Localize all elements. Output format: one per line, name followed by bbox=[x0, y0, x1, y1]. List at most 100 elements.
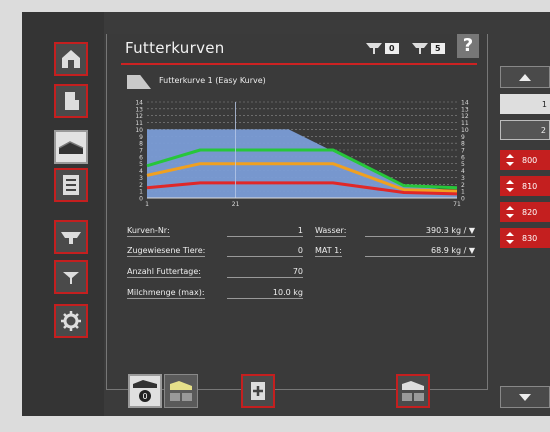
y-tick-label-right: 6 bbox=[461, 154, 465, 161]
feed-station-icon bbox=[412, 43, 428, 54]
y-tick-label-right: 8 bbox=[461, 141, 465, 148]
curve-number: 830 bbox=[522, 233, 538, 243]
gear-icon bbox=[61, 311, 81, 331]
list-item-2[interactable]: 2 bbox=[500, 120, 550, 140]
wasser-value: 390.3 kg / ▼ bbox=[365, 226, 475, 237]
transfer-icon bbox=[506, 154, 514, 166]
y-tick-label-left: 14 bbox=[135, 100, 143, 107]
futtertage-label: Anzahl Futtertage: bbox=[127, 267, 201, 278]
arrow-down-icon bbox=[519, 393, 531, 401]
add-icon bbox=[251, 382, 265, 400]
y-tick-label-right: 0 bbox=[461, 196, 465, 203]
y-tick-label-right: 2 bbox=[461, 182, 465, 189]
terminal-screen: Futterkurven 0 5 ? Futterkurve 1 (Easy K… bbox=[22, 12, 550, 416]
y-tick-label-right: 10 bbox=[461, 127, 469, 134]
list-item-1[interactable]: 1 bbox=[500, 94, 550, 114]
scroll-up-button[interactable] bbox=[500, 66, 550, 88]
schedule-icon bbox=[63, 175, 79, 195]
feed-station-icon bbox=[61, 232, 81, 244]
copy-curve-icon bbox=[402, 381, 424, 401]
curve-item-810[interactable]: 810 bbox=[500, 176, 550, 196]
feed-station-button[interactable] bbox=[54, 220, 88, 254]
curve-list-panel: 1 2 800 810 820 830 bbox=[496, 60, 550, 416]
curve-number: 800 bbox=[522, 155, 538, 165]
scroll-down-button[interactable] bbox=[500, 386, 550, 408]
curve-edit-button[interactable] bbox=[164, 374, 198, 408]
y-tick-label-left: 4 bbox=[139, 168, 143, 175]
x-tick-label: 1 bbox=[145, 201, 149, 206]
x-tick-label: 21 bbox=[232, 201, 240, 206]
transfer-icon bbox=[506, 180, 514, 192]
y-tick-label-left: 1 bbox=[139, 189, 143, 196]
help-button[interactable]: ? bbox=[457, 34, 479, 58]
curve-item-820[interactable]: 820 bbox=[500, 202, 550, 222]
y-tick-label-left: 0 bbox=[139, 196, 143, 203]
add-curve-button[interactable] bbox=[241, 374, 275, 408]
feed-curve-icon bbox=[58, 141, 84, 154]
y-tick-label-left: 11 bbox=[135, 120, 143, 127]
feed-curves-button[interactable] bbox=[54, 130, 88, 164]
y-tick-label-left: 7 bbox=[139, 148, 143, 155]
y-tick-label-right: 14 bbox=[461, 100, 469, 107]
y-tick-label-right: 13 bbox=[461, 106, 469, 113]
mat-label: MAT 1: bbox=[315, 246, 342, 257]
feeder-icon bbox=[65, 92, 79, 110]
feed-curve-chart: 0 01 12 23 34 45 56 67 78 89 910 1011 1112 1213 1314 14… bbox=[135, 100, 469, 207]
y-tick-label-right: 12 bbox=[461, 113, 469, 120]
y-tick-label-left: 8 bbox=[139, 141, 143, 148]
feed-curve-icon: 0 bbox=[133, 380, 157, 402]
y-tick-label-right: 7 bbox=[461, 148, 465, 155]
y-tick-label-left: 2 bbox=[139, 182, 143, 189]
tiere-value: 0 bbox=[227, 246, 303, 257]
feeder-button[interactable] bbox=[54, 84, 88, 118]
wasser-label: Wasser: bbox=[315, 226, 347, 237]
station-count-badge: 0 bbox=[385, 42, 399, 54]
y-tick-label-right: 9 bbox=[461, 134, 465, 141]
dispenser-button[interactable] bbox=[54, 260, 88, 294]
y-tick-label-left: 12 bbox=[135, 113, 143, 120]
curve-view-badge: 0 bbox=[142, 392, 147, 401]
curve-label: Futterkurve 1 (Easy Kurve) bbox=[159, 76, 266, 85]
page-title: Futterkurven bbox=[125, 39, 225, 57]
bottom-toolbar: 0 bbox=[106, 372, 486, 416]
copy-curve-button[interactable] bbox=[396, 374, 430, 408]
transfer-icon bbox=[506, 232, 514, 244]
curve-number: 810 bbox=[522, 181, 538, 191]
feed-station-icon bbox=[366, 43, 382, 54]
tiere-label: Zugewiesene Tiere: bbox=[127, 246, 206, 257]
y-tick-label-left: 13 bbox=[135, 106, 143, 113]
dispenser-icon bbox=[63, 272, 79, 284]
transfer-icon bbox=[506, 206, 514, 218]
curve-edit-icon bbox=[170, 381, 192, 401]
schedule-button[interactable] bbox=[54, 168, 88, 202]
barn-icon bbox=[62, 50, 80, 68]
y-tick-label-left: 6 bbox=[139, 154, 143, 161]
feed-curves-panel: Futterkurven 0 5 ? Futterkurve 1 (Easy K… bbox=[106, 34, 488, 390]
milch-value: 10.0 kg bbox=[227, 288, 303, 299]
milch-label: Milchmenge (max): bbox=[127, 288, 205, 299]
y-tick-label-right: 11 bbox=[461, 120, 469, 127]
curve-number: 820 bbox=[522, 207, 538, 217]
animal-count-badge: 5 bbox=[431, 42, 445, 54]
barn-button[interactable] bbox=[54, 42, 88, 76]
curve-tab-icon bbox=[127, 75, 151, 89]
y-tick-label-right: 5 bbox=[461, 161, 465, 168]
y-tick-label-right: 1 bbox=[461, 189, 465, 196]
y-tick-label-right: 4 bbox=[461, 168, 465, 175]
kurven-nr-label: Kurven-Nr: bbox=[127, 226, 170, 237]
futtertage-value: 70 bbox=[227, 267, 303, 278]
y-tick-label-left: 5 bbox=[139, 161, 143, 168]
y-tick-label-left: 3 bbox=[139, 175, 143, 182]
x-tick-label: 71 bbox=[453, 201, 461, 206]
animal-count-indicator: 5 bbox=[411, 37, 445, 59]
y-tick-label-right: 3 bbox=[461, 175, 465, 182]
curve-item-830[interactable]: 830 bbox=[500, 228, 550, 248]
curve-item-800[interactable]: 800 bbox=[500, 150, 550, 170]
mat-value: 68.9 kg / ▼ bbox=[365, 246, 475, 257]
kurven-nr-value: 1 bbox=[227, 226, 303, 237]
station-count-indicator: 0 bbox=[365, 37, 399, 59]
settings-button[interactable] bbox=[54, 304, 88, 338]
curve-view-button[interactable]: 0 bbox=[128, 374, 162, 408]
title-divider bbox=[121, 63, 477, 65]
left-nav bbox=[22, 12, 104, 416]
